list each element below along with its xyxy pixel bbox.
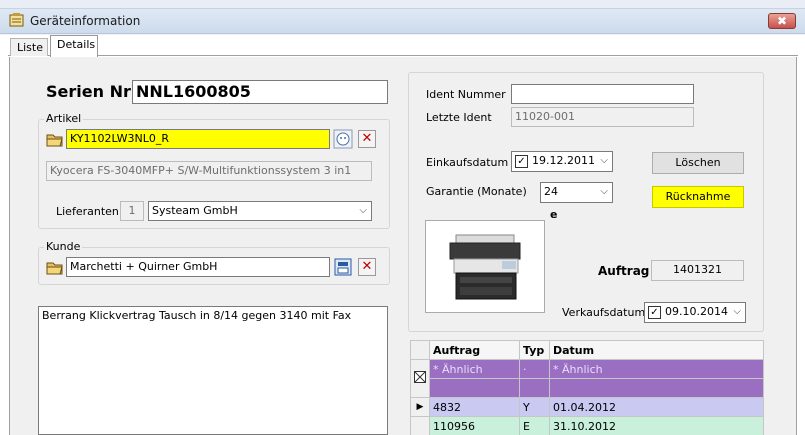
auftrag-grid: Auftrag Typ Datum * Ähnlich · * Ähnlich … bbox=[410, 340, 764, 435]
verkauf-checkbox-icon[interactable]: ✓ bbox=[648, 306, 661, 319]
lieferanten-label: Lieferanten bbox=[56, 205, 119, 218]
kunde-group-label: Kunde bbox=[44, 240, 83, 253]
verkaufsdatum-picker[interactable]: ✓ 09.10.2014 ⌵ bbox=[644, 302, 746, 323]
open-folder-icon[interactable] bbox=[45, 257, 65, 277]
garantie-label: Garantie (Monate) bbox=[426, 185, 527, 198]
ident-input[interactable] bbox=[511, 84, 694, 104]
ruecknahme-button[interactable]: Rücknahme bbox=[652, 186, 744, 208]
clear-artikel-icon[interactable]: ✕ bbox=[358, 130, 376, 148]
chevron-down-icon: ⌵ bbox=[733, 306, 741, 317]
notes-textarea[interactable]: Berrang Klickvertrag Tausch in 8/14 gege… bbox=[38, 306, 388, 435]
kunde-input[interactable]: Marchetti + Quirner GmbH bbox=[66, 257, 330, 277]
row-selector[interactable] bbox=[410, 416, 430, 435]
grid-header-row: Auftrag Typ Datum bbox=[410, 340, 764, 360]
cell-datum[interactable]: 31.10.2012 bbox=[549, 416, 764, 435]
notepad-icon bbox=[9, 13, 25, 27]
customer-card-icon[interactable] bbox=[333, 257, 353, 277]
stray-label: e bbox=[550, 208, 558, 221]
device-image bbox=[425, 220, 545, 313]
chevron-down-icon: ⌵ bbox=[359, 205, 367, 216]
tab-details[interactable]: Details bbox=[50, 35, 98, 57]
col-datum[interactable]: Datum bbox=[549, 340, 764, 360]
letzte-ident-label: Letzte Ident bbox=[426, 111, 492, 124]
artikel-code-input[interactable]: KY1102LW3NL0_R bbox=[66, 129, 330, 149]
table-row[interactable]: 110956 E 31.10.2012 bbox=[410, 416, 764, 435]
tab-bar bbox=[8, 36, 798, 56]
filter-cell[interactable] bbox=[519, 378, 550, 398]
cell-auftrag[interactable]: 4832 bbox=[429, 397, 520, 417]
filter-typ[interactable]: · bbox=[519, 359, 550, 379]
info-face-icon[interactable] bbox=[333, 129, 353, 149]
grid-corner bbox=[410, 340, 430, 360]
ident-label: Ident Nummer bbox=[426, 88, 506, 101]
filter-cell[interactable] bbox=[429, 378, 520, 398]
filter-cell[interactable] bbox=[549, 378, 764, 398]
cell-typ[interactable]: E bbox=[519, 416, 550, 435]
serien-input[interactable]: NNL1600805 bbox=[132, 80, 388, 104]
verkaufsdatum-label: Verkaufsdatum bbox=[562, 306, 646, 319]
grid-filter-row: * Ähnlich · * Ähnlich bbox=[410, 359, 764, 398]
lieferanten-number: 1 bbox=[120, 201, 144, 221]
window-title: Geräteinformation bbox=[30, 14, 141, 28]
cell-typ[interactable]: Y bbox=[519, 397, 550, 417]
col-auftrag[interactable]: Auftrag bbox=[429, 340, 520, 360]
table-row[interactable]: ▶ 4832 Y 01.04.2012 bbox=[410, 397, 764, 417]
einkaufsdatum-picker[interactable]: ✓ 19.12.2011 ⌵ bbox=[511, 151, 613, 172]
einkaufsdatum-label: Einkaufsdatum bbox=[426, 156, 509, 169]
serien-label: Serien Nr bbox=[46, 82, 131, 101]
lieferant-value: Systeam GmbH bbox=[152, 204, 238, 217]
einkauf-checkbox-icon[interactable]: ✓ bbox=[515, 155, 528, 168]
filter-datum-text: Ähnlich bbox=[562, 362, 603, 376]
device-info-window: Geräteinformation ✖ Liste Details Serien… bbox=[0, 0, 805, 435]
garantie-combo[interactable]: 24 ⌵ bbox=[540, 182, 613, 203]
auftrag-value: 1401321 bbox=[651, 260, 744, 281]
clear-kunde-icon[interactable]: ✕ bbox=[358, 258, 376, 276]
col-typ[interactable]: Typ bbox=[519, 340, 550, 360]
garantie-value: 24 bbox=[544, 185, 558, 198]
lieferant-combo[interactable]: Systeam GmbH ⌵ bbox=[148, 201, 372, 221]
cell-auftrag[interactable]: 110956 bbox=[429, 416, 520, 435]
close-button[interactable]: ✖ bbox=[768, 13, 796, 29]
filter-auftrag[interactable]: * Ähnlich bbox=[429, 359, 520, 379]
loeschen-button[interactable]: Löschen bbox=[652, 152, 744, 174]
cell-datum[interactable]: 01.04.2012 bbox=[549, 397, 764, 417]
row-pointer-icon: ▶ bbox=[410, 397, 430, 417]
auftrag-label: Auftrag bbox=[598, 264, 650, 278]
filter-datum[interactable]: * Ähnlich bbox=[549, 359, 764, 379]
chevron-down-icon: ⌵ bbox=[600, 186, 608, 197]
artikel-description: Kyocera FS-3040MFP+ S/W-Multifunktionssy… bbox=[46, 161, 372, 181]
verkaufsdatum-value: 09.10.2014 bbox=[665, 305, 728, 318]
tab-liste[interactable]: Liste bbox=[10, 38, 48, 56]
letzte-ident-value: 11020-001 bbox=[511, 107, 694, 127]
filter-auftrag-text: Ähnlich bbox=[442, 362, 483, 376]
grid-filter-row-2 bbox=[411, 378, 764, 398]
background-window-strip bbox=[0, 0, 805, 9]
einkaufsdatum-value: 19.12.2011 bbox=[532, 154, 595, 167]
chevron-down-icon: ⌵ bbox=[600, 155, 608, 166]
open-folder-icon[interactable] bbox=[45, 129, 65, 149]
filter-toggle-icon[interactable] bbox=[410, 359, 430, 398]
artikel-group-label: Artikel bbox=[44, 112, 84, 125]
